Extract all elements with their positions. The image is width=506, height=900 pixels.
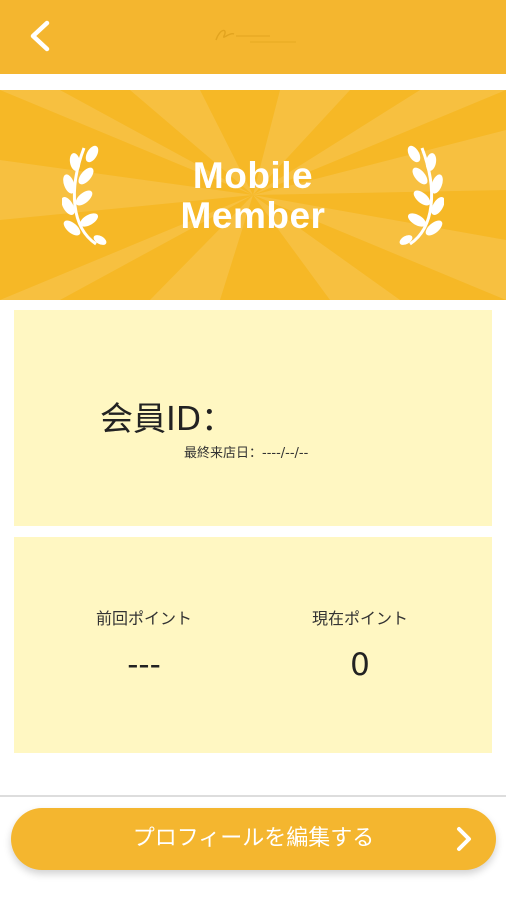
previous-points: 前回ポイント --- [34, 605, 254, 683]
last-visit-date: 最終来店日：----/--/-- [184, 446, 309, 461]
back-button[interactable] [18, 14, 62, 58]
mobile-member-banner: Mobile Member [0, 90, 506, 300]
app-screen: Mobile Member 会員ID： 最終来店日：----/--/-- 前回ポ… [0, 0, 506, 900]
current-points: 現在ポイント 0 [250, 605, 470, 683]
chevron-left-icon [30, 20, 50, 52]
chevron-right-icon [457, 827, 471, 851]
laurel-right-icon [399, 145, 444, 246]
edit-profile-button[interactable]: プロフィールを編集する [11, 808, 496, 870]
edit-profile-label: プロフィールを編集する [132, 826, 375, 851]
previous-points-value: --- [127, 647, 161, 683]
top-bar [0, 0, 506, 74]
current-points-value: 0 [350, 647, 370, 683]
current-points-label: 現在ポイント [311, 609, 408, 628]
footer-divider [0, 795, 506, 797]
member-id-label: 会員ID： [100, 399, 235, 438]
points-card: 前回ポイント --- 現在ポイント 0 [14, 537, 492, 753]
brand-logo [215, 29, 296, 43]
member-id-card: 会員ID： 最終来店日：----/--/-- [14, 310, 492, 526]
previous-points-label: 前回ポイント [95, 609, 192, 628]
